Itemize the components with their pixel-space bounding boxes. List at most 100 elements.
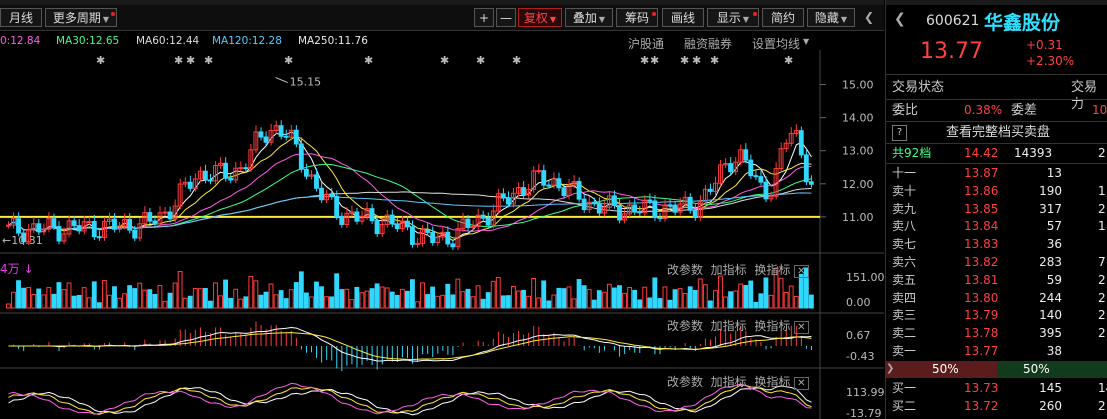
help-icon[interactable]: ? [892,125,907,141]
volume-bar [687,286,693,309]
ask-level-row[interactable]: 卖七 13.83 36 [886,236,1107,253]
volume-bar [455,278,461,309]
simple-button[interactable]: 简约 [762,8,804,27]
volume-bar [723,296,728,309]
macd-tick-label: 0.67 [846,329,871,342]
fuquan-button[interactable]: 复权 ▼ [518,8,562,27]
volume-bar [561,288,567,309]
ask-level-row[interactable]: 卖三 13.79 140 2 [886,307,1107,324]
chevron-left-icon[interactable]: ❮ [894,11,906,27]
ask-level-extra: 2 [1098,326,1106,341]
zoom-out-button[interactable]: — [496,8,516,27]
volume-bar [601,291,607,309]
candle-body [617,204,622,221]
fuquan-label: 复权 [523,11,548,25]
ask-level-price: 13.78 [964,326,999,341]
switch-indicator-link[interactable]: 换指标 [754,375,790,389]
price-tick-label: 14.00 [842,112,874,125]
chip-label: 筹码 [624,11,649,25]
ask-level-label: 卖九 [892,201,917,216]
full-book-row[interactable]: ? 查看完整档买卖盘 [886,124,1107,141]
volume-bar [566,286,572,309]
ask-level-extra: 2 [1098,290,1106,305]
volume-bar [728,291,734,309]
event-star-marker: ✱ [784,54,793,67]
volume-bar [81,287,87,309]
ask-level-row[interactable]: 十一 13.87 13 [886,165,1107,182]
volume-bar [662,286,668,309]
display-label: 显示 [716,11,741,25]
full-book-link[interactable]: 查看完整档买卖盘 [946,124,1050,141]
zoom-in-button[interactable]: + [474,8,494,27]
ask-level-row[interactable]: 卖四 13.80 244 2 [886,290,1107,307]
ask-level-row[interactable]: 卖五 13.81 59 2 [886,272,1107,289]
switch-indicator-link[interactable]: 换指标 [754,263,790,277]
volume-bar [46,287,52,309]
volume-bar [521,289,526,309]
ask-level-row[interactable]: 卖二 13.78 395 2 [886,325,1107,342]
volume-bar [6,303,11,309]
add-indicator-link[interactable]: 加指标 [711,263,747,277]
volume-bar [197,288,203,309]
volume-bar [122,293,128,309]
add-indicator-link[interactable]: 加指标 [711,319,747,333]
close-icon[interactable]: ✕ [794,377,809,390]
ask-level-row[interactable]: 卖六 13.82 283 7 [886,254,1107,271]
ask-level-row[interactable]: 卖九 13.85 317 2 [886,201,1107,218]
volume-bar [359,292,365,309]
change-param-link[interactable]: 改参数 [667,263,703,277]
candle-body [763,181,769,200]
hide-button[interactable]: 隐藏 ▼ [807,8,855,27]
candle-body [6,224,11,227]
current-price: 13.77 [920,39,983,64]
price-change-pct: +2.30% [1026,54,1075,68]
volume-bar [430,286,436,309]
volume-bar [147,289,153,309]
volume-tick-label: 0.00 [846,296,871,309]
display-button[interactable]: 显示 ▼ [707,8,759,27]
event-star-marker: ✱ [512,54,521,67]
close-icon[interactable]: ✕ [794,321,809,334]
volume-bar [86,297,92,309]
volume-bar [682,292,688,309]
hide-label: 隐藏 [814,11,839,25]
ask-level-price: 13.86 [964,183,999,198]
candle-body [16,218,21,234]
overlay-button[interactable]: 叠加 ▼ [565,8,613,27]
volume-bar [753,301,759,309]
ask-level-row[interactable]: 卖十 13.86 190 1 [886,183,1107,200]
ask-level-row[interactable]: 卖八 13.84 57 1 [886,218,1107,235]
draw-line-button[interactable]: 画线 [662,8,704,27]
ask-level-extra: 2 [1098,201,1106,216]
ask-level-row[interactable]: 卖一 13.77 38 [886,343,1107,360]
change-param-link[interactable]: 改参数 [667,375,703,389]
volume-bar [142,289,148,309]
chevron-right-icon[interactable]: ❯ [886,363,894,374]
bid-level-row[interactable]: 买一 13.73 145 14 [886,380,1107,397]
change-param-link[interactable]: 改参数 [667,319,703,333]
chip-button[interactable]: 筹码 [616,8,658,27]
ask-level-label: 卖二 [892,326,917,341]
stock-chart[interactable]: 15.0014.0013.0012.0011.00✱ ✱ ✱ ✱ ✱ ✱ ✱ ✱ ✱ ✱ ✱ ✱ ✱ ✱ ✱… [0,50,884,419]
month-line-button[interactable]: 月线 [0,8,42,27]
bid-level-row[interactable]: 买二 13.72 260 2 [886,398,1107,415]
candle-body [329,193,335,197]
macd-line [8,332,812,361]
volume-bar [208,300,213,309]
ask-level-vol: 244 [1039,290,1062,305]
volume-bar [268,283,274,309]
ratio-sell-bar: 50% [886,361,997,378]
more-period-button[interactable]: 更多周期 ▼ [45,8,117,27]
close-icon[interactable]: ✕ [794,265,809,278]
ask-level-vol: 395 [1039,326,1062,341]
add-indicator-link[interactable]: 加指标 [711,375,747,389]
ask-level-price: 13.80 [964,290,999,305]
candle-body [238,167,244,170]
volume-bar [576,279,582,309]
volume-bar [258,294,264,309]
switch-indicator-link[interactable]: 换指标 [754,319,790,333]
red-dot-icon [753,12,757,16]
collapse-left-button[interactable]: ❮ [858,8,880,27]
volume-bar [707,300,713,309]
volume-bar [182,297,188,309]
